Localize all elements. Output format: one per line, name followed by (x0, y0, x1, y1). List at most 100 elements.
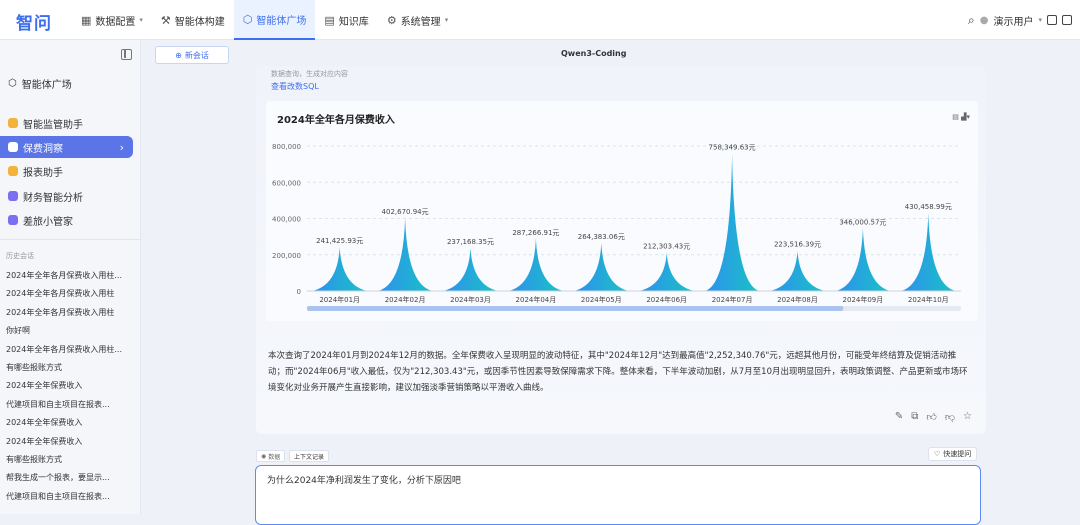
x-tick-label: 2024年02月 (385, 295, 426, 304)
nav-item-1[interactable]: ⚒ 智能体构建 (152, 0, 234, 40)
history-item[interactable]: 2024年全年保费收入 (6, 417, 134, 428)
y-tick-label: 600,000 (272, 179, 301, 187)
fullscreen-icon[interactable] (1047, 15, 1057, 25)
sidebar-divider (0, 239, 141, 240)
main-nav: ▦ 数据配置 ▾ ⚒ 智能体构建 ⬡ 智能体广场 ▤ 知识库 ⚙ 系统管理 ▾ (72, 0, 457, 40)
user-name[interactable]: 演示用户 (993, 13, 1033, 28)
sidebar-agent-item[interactable]: 财务智能分析 (0, 185, 133, 207)
bulb-icon: ♡ (934, 450, 941, 458)
history-item[interactable]: 有哪些报账方式 (6, 454, 134, 465)
data-chip-label: 数据 (268, 453, 281, 461)
book-icon: ▤ (324, 13, 335, 27)
sidebar-agent-item[interactable]: 智能监管助手 (0, 112, 133, 134)
nav-item-2[interactable]: ⬡ 智能体广场 (233, 0, 316, 40)
star-icon[interactable]: ☆ (963, 411, 972, 423)
context-chip[interactable]: 上下文记录 (289, 450, 330, 462)
agent-icon (8, 215, 18, 225)
data-label: 402,670.94元 (382, 208, 429, 216)
chevron-down-icon: ▾ (139, 16, 143, 24)
chevron-down-icon: ▾ (444, 16, 449, 24)
data-label: 212,303.43元 (643, 243, 690, 251)
thumbs-down-icon[interactable]: 👎︎ (945, 411, 955, 423)
data-label: 223,516.39元 (774, 240, 821, 248)
area-chart: 0 200,000 400,000 600,000 800,000 241,425.93元… (272, 143, 961, 311)
chat-input-text[interactable]: 为什么2024年净利润发生了变化，分析下原因吧 (267, 473, 461, 486)
nav-item-label: 系统管理 (400, 16, 441, 28)
chevron-down-icon[interactable]: ▾ (1038, 16, 1042, 24)
nav-item-0[interactable]: ▦ 数据配置 ▾ (72, 0, 152, 40)
agent-label: 报表助手 (23, 167, 63, 179)
agent-icon (8, 191, 18, 201)
history-item[interactable]: 帮我生成一个报表，要显示... (6, 472, 134, 483)
thumbs-up-icon[interactable]: 👍︎ (926, 411, 936, 423)
data-label: 430,458.99元 (905, 203, 952, 211)
app-logo[interactable]: 智问 (16, 9, 52, 34)
zoom-slider-handle[interactable] (307, 306, 844, 311)
cube-icon: ⬡ (8, 78, 17, 89)
view-sql-link[interactable]: 查看改数SQL (271, 81, 319, 92)
history-item[interactable]: 你好啊 (6, 325, 134, 336)
data-label: 264,383.06元 (578, 233, 625, 241)
history-item[interactable]: 2024年全年各月保费收入用柱 (6, 307, 134, 318)
x-tick-label: 2024年06月 (646, 295, 687, 304)
area-peak (312, 247, 368, 291)
data-label: 287,266.91元 (512, 229, 559, 237)
top-right-tools: ⌕ ● 演示用户 ▾ (968, 0, 1072, 40)
data-label: 346,000.57元 (839, 218, 886, 226)
history-item[interactable]: 2024年全年保费收入 (6, 380, 134, 391)
window-icon[interactable] (1062, 15, 1072, 25)
x-tick-label: 2024年07月 (712, 295, 753, 304)
x-tick-label: 2024年03月 (450, 295, 491, 304)
nav-item-label: 智能体构建 (174, 16, 225, 28)
new-chat-button[interactable]: ⊕ 新会话 (155, 46, 229, 64)
sidebar-agent-item[interactable]: 差旅小管家 (0, 209, 133, 231)
gear-icon: ⚙ (386, 13, 397, 27)
answer-card: 数据查询，生成对应内容 查看改数SQL 2024年全年各月保费收入 ▤ ▟▾ 0… (256, 66, 986, 434)
analysis-summary: 本次查询了2024年01月到2024年12月的数据。全年保费收入呈现明显的波动特… (268, 351, 968, 393)
edit-icon[interactable]: ✎ (895, 411, 903, 423)
copy-icon[interactable]: ⧉ (911, 411, 918, 423)
history-item[interactable]: 2024年全年各月保费收入用柱... (6, 344, 134, 355)
data-label: 758,349.63元 (709, 144, 756, 152)
message-actions: ✎ ⧉ 👍︎ 👎︎ ☆ (895, 411, 972, 423)
agent-label: 智能监管助手 (23, 119, 83, 131)
faded-text: 数据查询，生成对应内容 (271, 70, 348, 78)
history-title: 历史会话 (6, 252, 34, 260)
chat-input[interactable]: 为什么2024年净利润发生了变化，分析下原因吧 (255, 465, 981, 525)
nav-item-label: 知识库 (338, 16, 369, 28)
sidebar-plaza[interactable]: ⬡ 智能体广场 (8, 76, 72, 91)
sidebar-agent-item[interactable]: 报表助手 (0, 160, 133, 182)
quick-ask-label: 快速提问 (943, 450, 972, 458)
history-item[interactable]: 代建项目和自主项目在报表... (6, 491, 134, 502)
history-item[interactable]: 2024年全年保费收入 (6, 436, 134, 447)
history-item[interactable]: 2024年全年各月保费收入用柱 (6, 288, 134, 299)
quick-ask-button[interactable]: ♡ 快速提问 (928, 447, 978, 461)
area-peak (704, 153, 760, 291)
x-tick-label: 2024年09月 (843, 295, 884, 304)
chart-container: 2024年全年各月保费收入 ▤ ▟▾ 0 200,000 400,000 600,00… (266, 101, 978, 321)
history-item[interactable]: 2024年全年各月保费收入用柱... (6, 270, 134, 281)
x-tick-label: 2024年10月 (908, 295, 949, 304)
area-peak (900, 212, 956, 291)
area-peak (835, 228, 891, 291)
model-title: Qwen3-Coding (561, 49, 627, 58)
search-icon[interactable]: ⌕ (968, 13, 975, 28)
x-tick-label: 2024年04月 (516, 295, 557, 304)
main-panel: ⊕ 新会话 Qwen3-Coding 数据查询，生成对应内容 查看改数SQL 2… (141, 40, 1080, 525)
x-tick-label: 2024年08月 (777, 295, 818, 304)
history-item[interactable]: 有哪些报账方式 (6, 362, 134, 373)
agent-icon (8, 118, 18, 128)
sidebar-agent-item[interactable]: 保费洞察 › (0, 136, 133, 158)
agent-icon (8, 166, 18, 176)
data-chip[interactable]: ◉ 数据 (256, 450, 286, 462)
agent-icon (8, 142, 18, 152)
collapse-sidebar-icon[interactable] (121, 49, 132, 60)
x-tick-label: 2024年05月 (581, 295, 622, 304)
nav-item-3[interactable]: ▤ 知识库 (315, 0, 377, 40)
settings-grid-icon: ▦ (81, 13, 92, 27)
nav-item-4[interactable]: ⚙ 系统管理 ▾ (378, 0, 457, 40)
cube-icon: ⬡ (242, 12, 253, 26)
user-avatar-icon[interactable]: ● (980, 15, 989, 26)
sidebar: ⬡ 智能体广场 智能监管助手 保费洞察 › 报表助手 财务智能分析 差旅小管家 历史会话 … (0, 40, 141, 514)
history-item[interactable]: 代建项目和自主项目在报表... (6, 399, 134, 410)
